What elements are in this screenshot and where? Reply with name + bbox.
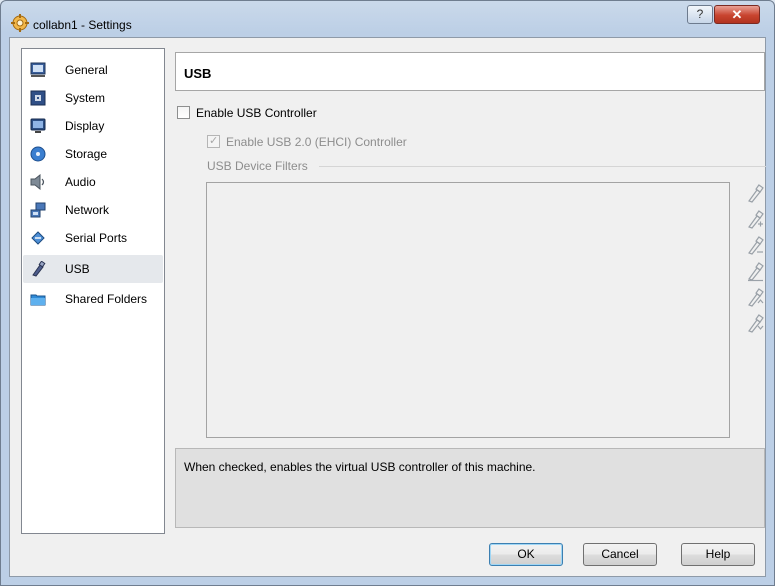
description-panel: When checked, enables the virtual USB co… [175, 448, 765, 528]
general-icon [30, 62, 46, 77]
storage-icon [30, 146, 46, 162]
enable-usb2-label[interactable]: Enable USB 2.0 (EHCI) Controller [226, 135, 407, 149]
sidebar-item-label: System [65, 91, 106, 105]
sidebar-item-label: General [65, 63, 108, 77]
close-button[interactable]: ✕ [714, 5, 760, 24]
sidebar-item-system[interactable]: System [23, 84, 163, 112]
serial-ports-icon [31, 231, 45, 245]
sidebar-item-general[interactable]: General [23, 56, 163, 84]
title-bar[interactable]: collabn1 - Settings ? ✕ [1, 1, 774, 37]
sidebar-item-label: Storage [65, 147, 108, 161]
enable-usb-controller-label[interactable]: Enable USB Controller [196, 106, 317, 120]
usb-icon [32, 261, 46, 277]
description-text: When checked, enables the virtual USB co… [184, 460, 536, 474]
shared-folders-icon [30, 294, 46, 306]
display-icon [30, 118, 46, 133]
virtualbox-app-icon [11, 14, 29, 32]
checkmark-icon: ✓ [209, 135, 219, 147]
sidebar-item-label: Serial Ports [65, 231, 128, 245]
move-filter-up-icon[interactable] [745, 288, 765, 308]
ok-button[interactable]: OK [489, 543, 563, 566]
sidebar-item-audio[interactable]: Audio [23, 168, 163, 196]
sidebar-item-shared-folders[interactable]: Shared Folders [23, 285, 163, 313]
sidebar-item-label: USB [65, 262, 90, 276]
settings-window: collabn1 - Settings ? ✕ General System D… [0, 0, 775, 586]
audio-icon [30, 174, 45, 190]
edit-filter-icon[interactable] [745, 236, 765, 256]
sidebar-item-label: Network [65, 203, 110, 217]
title-help-button[interactable]: ? [687, 5, 713, 24]
sidebar-item-label: Shared Folders [65, 292, 148, 306]
remove-filter-icon[interactable] [745, 262, 765, 282]
page-header: USB [175, 52, 765, 91]
window-title: collabn1 - Settings [33, 18, 132, 32]
page-title: USB [184, 66, 212, 81]
sidebar-item-network[interactable]: Network [23, 196, 163, 224]
move-filter-down-icon[interactable] [745, 314, 765, 334]
settings-category-list[interactable]: General System Display Storage Audio Net… [21, 48, 165, 534]
sidebar-item-storage[interactable]: Storage [23, 140, 163, 168]
cancel-button[interactable]: Cancel [583, 543, 657, 566]
group-separator [319, 166, 766, 167]
sidebar-item-label: Display [65, 119, 105, 133]
usb-device-filters-label: USB Device Filters [207, 159, 308, 173]
add-filter-from-device-icon[interactable] [745, 210, 765, 230]
system-icon [30, 90, 46, 106]
sidebar-item-serial-ports[interactable]: Serial Ports [23, 224, 163, 252]
sidebar-item-usb[interactable]: USB [23, 255, 163, 283]
add-filter-icon[interactable] [745, 184, 765, 204]
network-icon [30, 202, 46, 218]
sidebar-item-label: Audio [65, 175, 96, 189]
help-button[interactable]: Help [681, 543, 755, 566]
enable-usb2-checkbox[interactable]: ✓ [207, 135, 220, 148]
sidebar-item-display[interactable]: Display [23, 112, 163, 140]
usb-device-filters-list[interactable] [206, 182, 730, 438]
enable-usb-controller-checkbox[interactable] [177, 106, 190, 119]
